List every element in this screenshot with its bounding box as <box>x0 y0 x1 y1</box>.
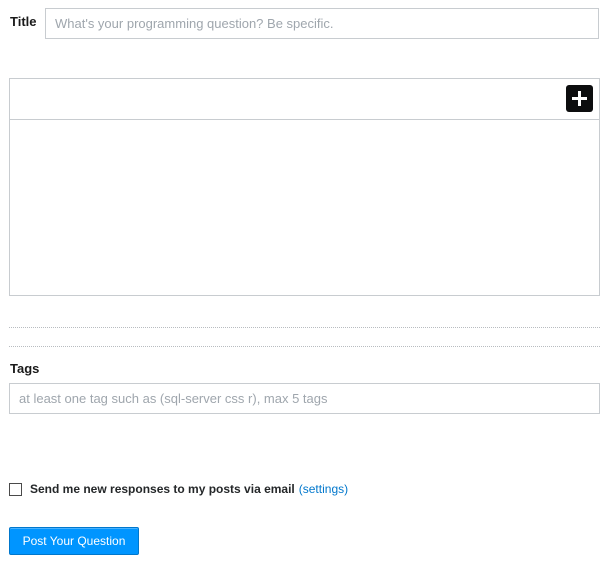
email-notify-checkbox[interactable] <box>9 482 22 496</box>
settings-link[interactable]: (settings) <box>299 482 348 496</box>
divider <box>9 346 600 347</box>
divider <box>9 327 600 328</box>
post-question-button[interactable]: Post Your Question <box>9 527 139 555</box>
email-notify-row: Send me new responses to my posts via em… <box>9 481 348 497</box>
title-input[interactable] <box>45 8 599 39</box>
tags-label: Tags <box>10 361 40 376</box>
editor-body[interactable] <box>10 120 599 295</box>
question-editor <box>9 78 600 296</box>
title-label: Title <box>10 14 37 29</box>
editor-toolbar <box>10 79 599 120</box>
tags-input[interactable] <box>9 383 600 414</box>
insert-button[interactable] <box>566 85 593 112</box>
email-notify-label[interactable]: Send me new responses to my posts via em… <box>30 482 295 496</box>
